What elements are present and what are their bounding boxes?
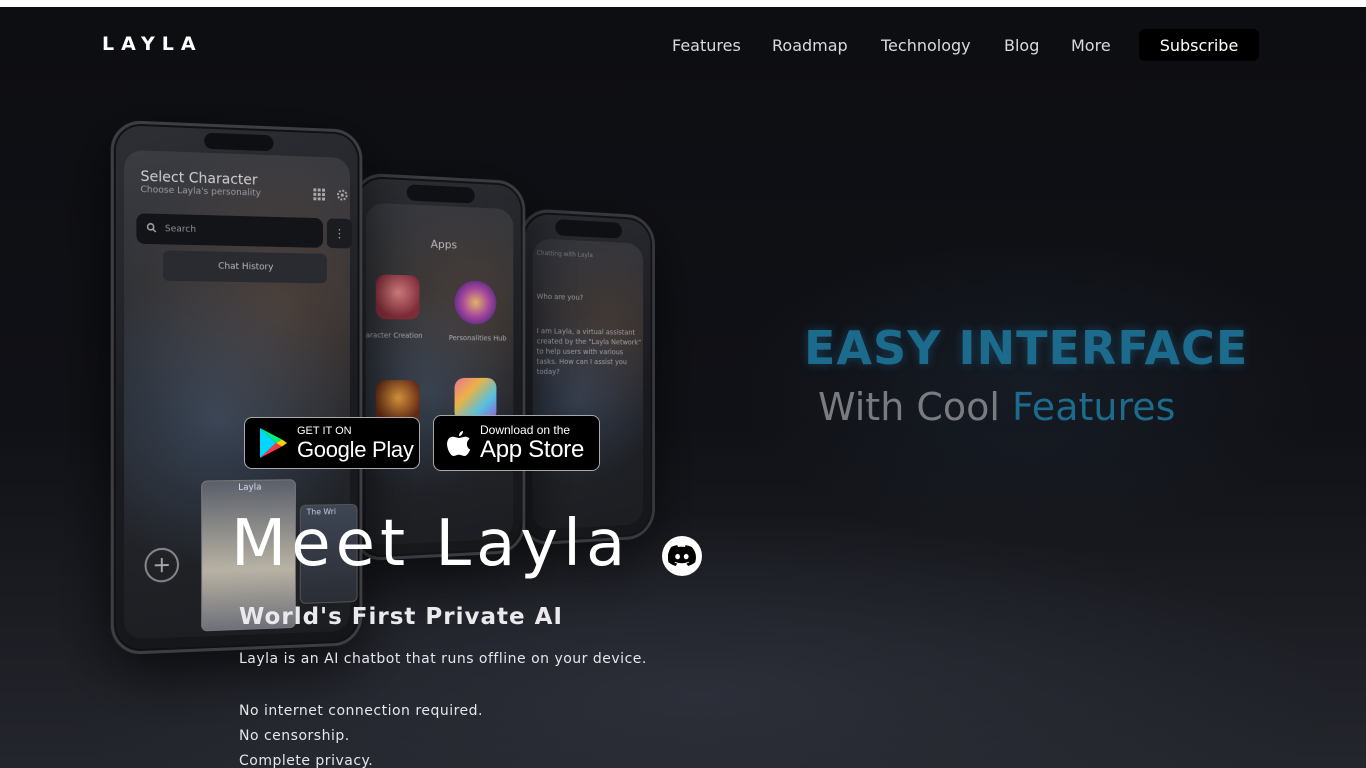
chat-answer: I am Layla, a virtual assistant created … — [536, 327, 642, 376]
feature-point: Complete privacy. — [239, 753, 374, 768]
nav-link-technology[interactable]: Technology — [881, 36, 971, 55]
grid-icon — [313, 188, 325, 204]
promo-subheadline-accent: Features — [1012, 385, 1176, 429]
search-placeholder: Search — [164, 224, 197, 235]
phone-notch — [204, 132, 274, 152]
apple-badge-big-text: App Store — [480, 436, 585, 463]
google-play-badge[interactable]: GET IT ON Google Play — [244, 417, 420, 469]
phone-notch — [555, 219, 622, 239]
apple-icon — [444, 425, 474, 461]
google-badge-small-text: GET IT ON — [297, 424, 352, 437]
chat-history-label: Chat History — [162, 250, 327, 284]
phone-search-field: Search — [136, 213, 324, 248]
personalities-hub-app-icon — [454, 280, 497, 325]
phone-mockup-apps: Apps aracter Creation Personalities Hub — [352, 172, 526, 562]
google-play-icon — [255, 425, 291, 461]
hero-subtitle: World's First Private AI — [239, 604, 563, 630]
hero-title: Meet Layla — [231, 507, 631, 581]
feature-point: No censorship. — [239, 728, 350, 744]
phone-screen — [532, 238, 644, 531]
gear-icon — [337, 189, 349, 205]
nav-link-features[interactable]: Features — [672, 36, 741, 55]
promo-subheadline: With Cool Features — [818, 385, 1175, 429]
character-card-label: Layla — [238, 482, 262, 494]
promo-subheadline-prefix: With Cool — [818, 385, 1013, 429]
top-edge-strip — [0, 0, 1366, 7]
nav-link-blog[interactable]: Blog — [1004, 36, 1039, 55]
hero-description: Layla is an AI chatbot that runs offline… — [239, 651, 647, 667]
app-label: Personalities Hub — [448, 334, 507, 343]
search-icon — [147, 222, 157, 235]
more-vertical-icon: ⋮ — [326, 218, 352, 249]
promo-headline: EASY INTERFACE — [804, 321, 1249, 375]
nav-link-roadmap[interactable]: Roadmap — [772, 36, 848, 55]
phone-screen — [365, 202, 514, 546]
app-label: aracter Creation — [365, 331, 423, 340]
apple-badge-small-text: Download on the — [480, 423, 571, 437]
feature-point: No internet connection required. — [239, 703, 483, 719]
character-creation-app-icon — [375, 274, 420, 320]
phone-notch — [406, 184, 475, 204]
subscribe-button[interactable]: Subscribe — [1139, 29, 1259, 61]
google-badge-big-text: Google Play — [297, 436, 414, 462]
hero-section: LAYLA Features Roadmap Technology Blog M… — [0, 7, 1366, 768]
phone-mockup-chat: Chatting with Layla Who are you? I am La… — [519, 207, 655, 547]
nav-link-more[interactable]: More — [1071, 36, 1111, 55]
feature-points: No internet connection required. No cens… — [239, 702, 483, 768]
discord-icon[interactable] — [662, 536, 702, 576]
app-store-badge[interactable]: Download on the App Store — [433, 415, 600, 471]
